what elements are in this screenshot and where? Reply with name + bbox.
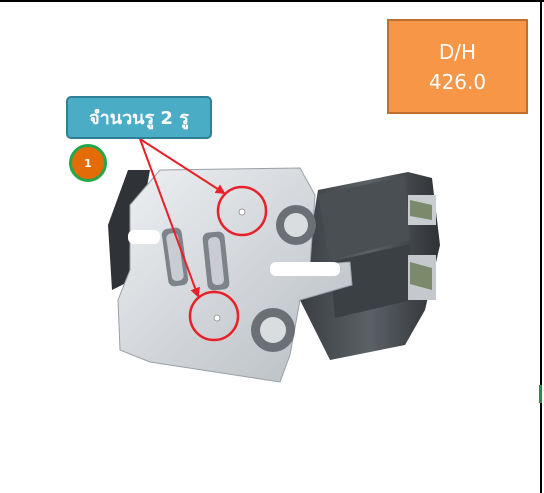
metal-bracket bbox=[108, 167, 440, 383]
dh-label: D/H bbox=[438, 39, 477, 64]
dh-value-box: D/H 426.0 bbox=[387, 19, 528, 114]
hole-count-callout: จำนวนรู 2 รู bbox=[66, 96, 212, 139]
step-number-badge: 1 bbox=[69, 144, 107, 182]
step-number: 1 bbox=[84, 156, 92, 170]
dh-value: 426.0 bbox=[428, 69, 487, 94]
hole-count-label: จำนวนรู 2 รู bbox=[89, 108, 189, 129]
